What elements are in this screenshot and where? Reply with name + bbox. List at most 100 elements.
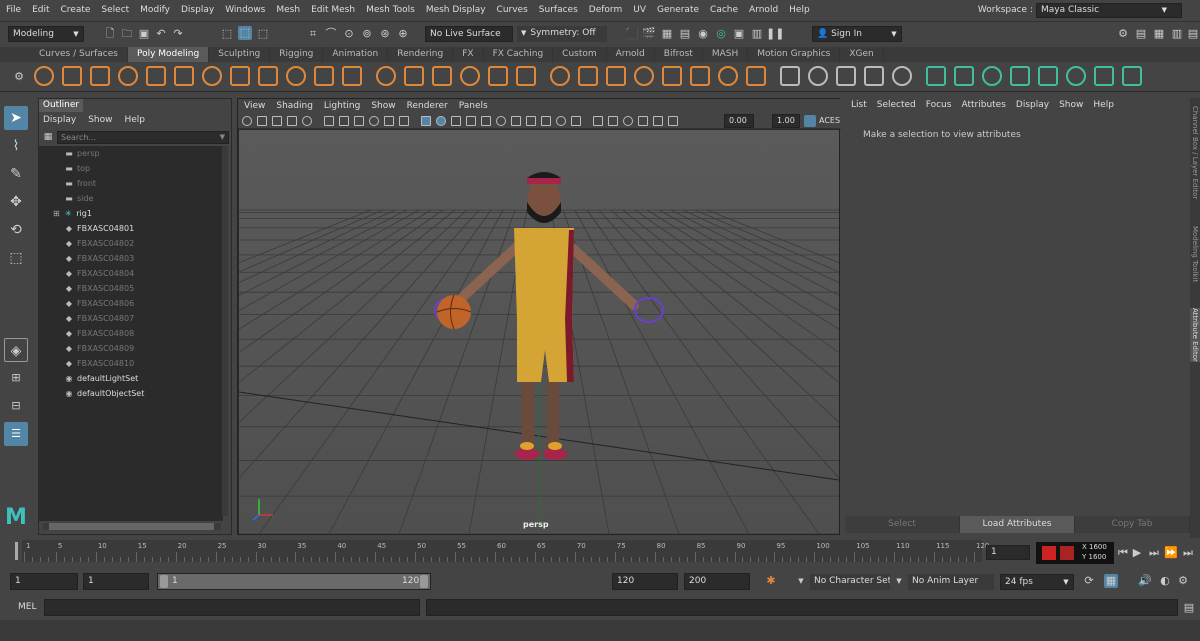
- paint-select-tool-icon[interactable]: ✎: [4, 162, 28, 186]
- load-attributes-button[interactable]: Load Attributes: [960, 516, 1075, 533]
- outliner-layout-icon[interactable]: ☰: [4, 422, 28, 446]
- filter-icon[interactable]: ▦: [41, 130, 55, 144]
- backface-icon[interactable]: [638, 116, 648, 126]
- timeline-track[interactable]: 1 5 10 15 20 25 30 35 40 45 50 55 60 65 70 75 80 85 90 95 10…: [15, 540, 989, 562]
- side-tab-attribute-editor[interactable]: Attribute Editor: [1190, 308, 1200, 362]
- quad-draw-icon[interactable]: [864, 66, 884, 86]
- menu-surfaces[interactable]: Surfaces: [539, 5, 578, 15]
- smooth-icon[interactable]: [432, 66, 452, 86]
- menu-curves[interactable]: Curves: [497, 5, 528, 15]
- key-icon[interactable]: ✱: [764, 574, 778, 588]
- shelf-tab-rendering[interactable]: Rendering: [388, 47, 454, 62]
- undo-icon[interactable]: ↶: [154, 27, 168, 41]
- arnold-render-icon[interactable]: ◎: [714, 27, 728, 41]
- menu-file[interactable]: File: [6, 5, 21, 15]
- unfold-uv-icon[interactable]: [1066, 66, 1086, 86]
- character-set-select[interactable]: No Character Set: [810, 574, 890, 590]
- outliner-item[interactable]: ◆ FBXASC04808: [63, 326, 134, 341]
- workspace-select[interactable]: Maya Classic ▼: [1036, 3, 1182, 18]
- outliner-item[interactable]: ◆ FBXASC04810: [63, 356, 134, 371]
- bookmarks-icon[interactable]: [272, 116, 282, 126]
- script-editor-icon[interactable]: ▤: [1182, 601, 1196, 615]
- field-chart-icon[interactable]: [369, 116, 379, 126]
- poly-text-icon[interactable]: [286, 66, 306, 86]
- side-tab-channel-box[interactable]: Channel Box / Layer Editor: [1190, 106, 1200, 199]
- select-object-icon[interactable]: ⬚: [238, 26, 252, 40]
- outliner-item[interactable]: ▬ persp: [63, 146, 99, 161]
- viewport-menu-show[interactable]: Show: [371, 99, 395, 114]
- fill-hole-icon[interactable]: [662, 66, 682, 86]
- gamma-field[interactable]: 1.00: [772, 114, 800, 128]
- redo-icon[interactable]: ↷: [171, 27, 185, 41]
- sculpt-icon[interactable]: [892, 66, 912, 86]
- separate-icon[interactable]: [404, 66, 424, 86]
- modeling-toolkit-icon[interactable]: ⚙: [1116, 27, 1130, 41]
- menu-uv[interactable]: UV: [633, 5, 646, 15]
- shelf-tab-bifrost[interactable]: Bifrost: [655, 47, 703, 62]
- poly-cone-icon[interactable]: [118, 66, 138, 86]
- playback-start-field[interactable]: 1: [83, 573, 149, 590]
- ambient-occlusion-icon[interactable]: [511, 116, 521, 126]
- step-forward-icon[interactable]: ⏩: [1164, 546, 1178, 560]
- menu-modify[interactable]: Modify: [140, 5, 170, 15]
- poly-disc-icon[interactable]: [202, 66, 222, 86]
- camera-attributes-icon[interactable]: [257, 116, 267, 126]
- poly-svg-icon[interactable]: [314, 66, 334, 86]
- snap-surface-icon[interactable]: ⊛: [378, 27, 392, 41]
- shelf-tab-fx[interactable]: FX: [453, 47, 484, 62]
- menu-display[interactable]: Display: [181, 5, 214, 15]
- range-bar[interactable]: 1 120: [157, 573, 431, 590]
- poly-sphere-icon[interactable]: [34, 66, 54, 86]
- safe-title-icon[interactable]: [399, 116, 409, 126]
- menu-mesh[interactable]: Mesh: [276, 5, 300, 15]
- step-back-icon[interactable]: ⏮: [1116, 546, 1130, 560]
- snap-curve-icon[interactable]: ⌒: [324, 27, 338, 41]
- exposure-field[interactable]: 0.00: [724, 114, 754, 128]
- planar-uv-icon[interactable]: [954, 66, 974, 86]
- menu-deform[interactable]: Deform: [589, 5, 622, 15]
- attr-menu-selected[interactable]: Selected: [877, 98, 916, 113]
- shelf-tab-sculpting[interactable]: Sculpting: [209, 47, 271, 62]
- extract-icon[interactable]: [460, 66, 480, 86]
- current-time-marker[interactable]: [15, 542, 18, 560]
- poly-cylinder-icon[interactable]: [90, 66, 110, 86]
- tool-settings-icon[interactable]: ▦: [1152, 27, 1166, 41]
- attr-menu-focus[interactable]: Focus: [926, 98, 952, 113]
- default-material-icon[interactable]: [451, 116, 461, 126]
- attr-menu-display[interactable]: Display: [1016, 98, 1049, 113]
- safe-action-icon[interactable]: [384, 116, 394, 126]
- two-view-layout-icon[interactable]: ⊟: [4, 394, 28, 418]
- render-settings-icon[interactable]: ▤: [678, 27, 692, 41]
- step-forward-key-icon[interactable]: ⏭: [1147, 546, 1161, 560]
- outliner-item[interactable]: ◆ FBXASC04809: [63, 341, 134, 356]
- snap-live-icon[interactable]: ⊕: [396, 27, 410, 41]
- live-surface-field[interactable]: No Live Surface: [425, 26, 513, 42]
- ipr-render-icon[interactable]: ▦: [660, 27, 674, 41]
- select-camera-icon[interactable]: [242, 116, 252, 126]
- render-sequence-icon[interactable]: ▥: [750, 27, 764, 41]
- outliner-hscroll[interactable]: [43, 523, 221, 530]
- attr-menu-show[interactable]: Show: [1059, 98, 1083, 113]
- shelf-tab-motion-graphics[interactable]: Motion Graphics: [748, 47, 841, 62]
- copy-tab-button[interactable]: Copy Tab: [1075, 516, 1190, 533]
- menu-generate[interactable]: Generate: [657, 5, 699, 15]
- shelf-tab-animation[interactable]: Animation: [323, 47, 389, 62]
- bridge-icon[interactable]: [578, 66, 598, 86]
- gate-mask-icon[interactable]: [354, 116, 364, 126]
- shelf-tab-fx-caching[interactable]: FX Caching: [484, 47, 554, 62]
- lasso-tool-icon[interactable]: ⌇: [4, 134, 28, 158]
- snap-grid-icon[interactable]: ⌗: [306, 27, 320, 41]
- offset-loop-icon[interactable]: [836, 66, 856, 86]
- outliner-item[interactable]: ▬ side: [63, 191, 93, 206]
- auto-key-icon[interactable]: [1060, 546, 1074, 560]
- viewport-menu-renderer[interactable]: Renderer: [407, 99, 448, 114]
- select-hierarchy-icon[interactable]: ⬚: [220, 27, 234, 41]
- construction-history-icon[interactable]: ⬛: [625, 27, 639, 41]
- cut-uv-icon[interactable]: [1010, 66, 1030, 86]
- hypershade-icon[interactable]: ◉: [696, 27, 710, 41]
- range-end-grip[interactable]: [420, 575, 428, 588]
- exposure-icon-a-icon[interactable]: [668, 116, 678, 126]
- motion-blur-icon[interactable]: [526, 116, 536, 126]
- menu-arnold[interactable]: Arnold: [749, 5, 778, 15]
- viewport-menu-lighting[interactable]: Lighting: [324, 99, 360, 114]
